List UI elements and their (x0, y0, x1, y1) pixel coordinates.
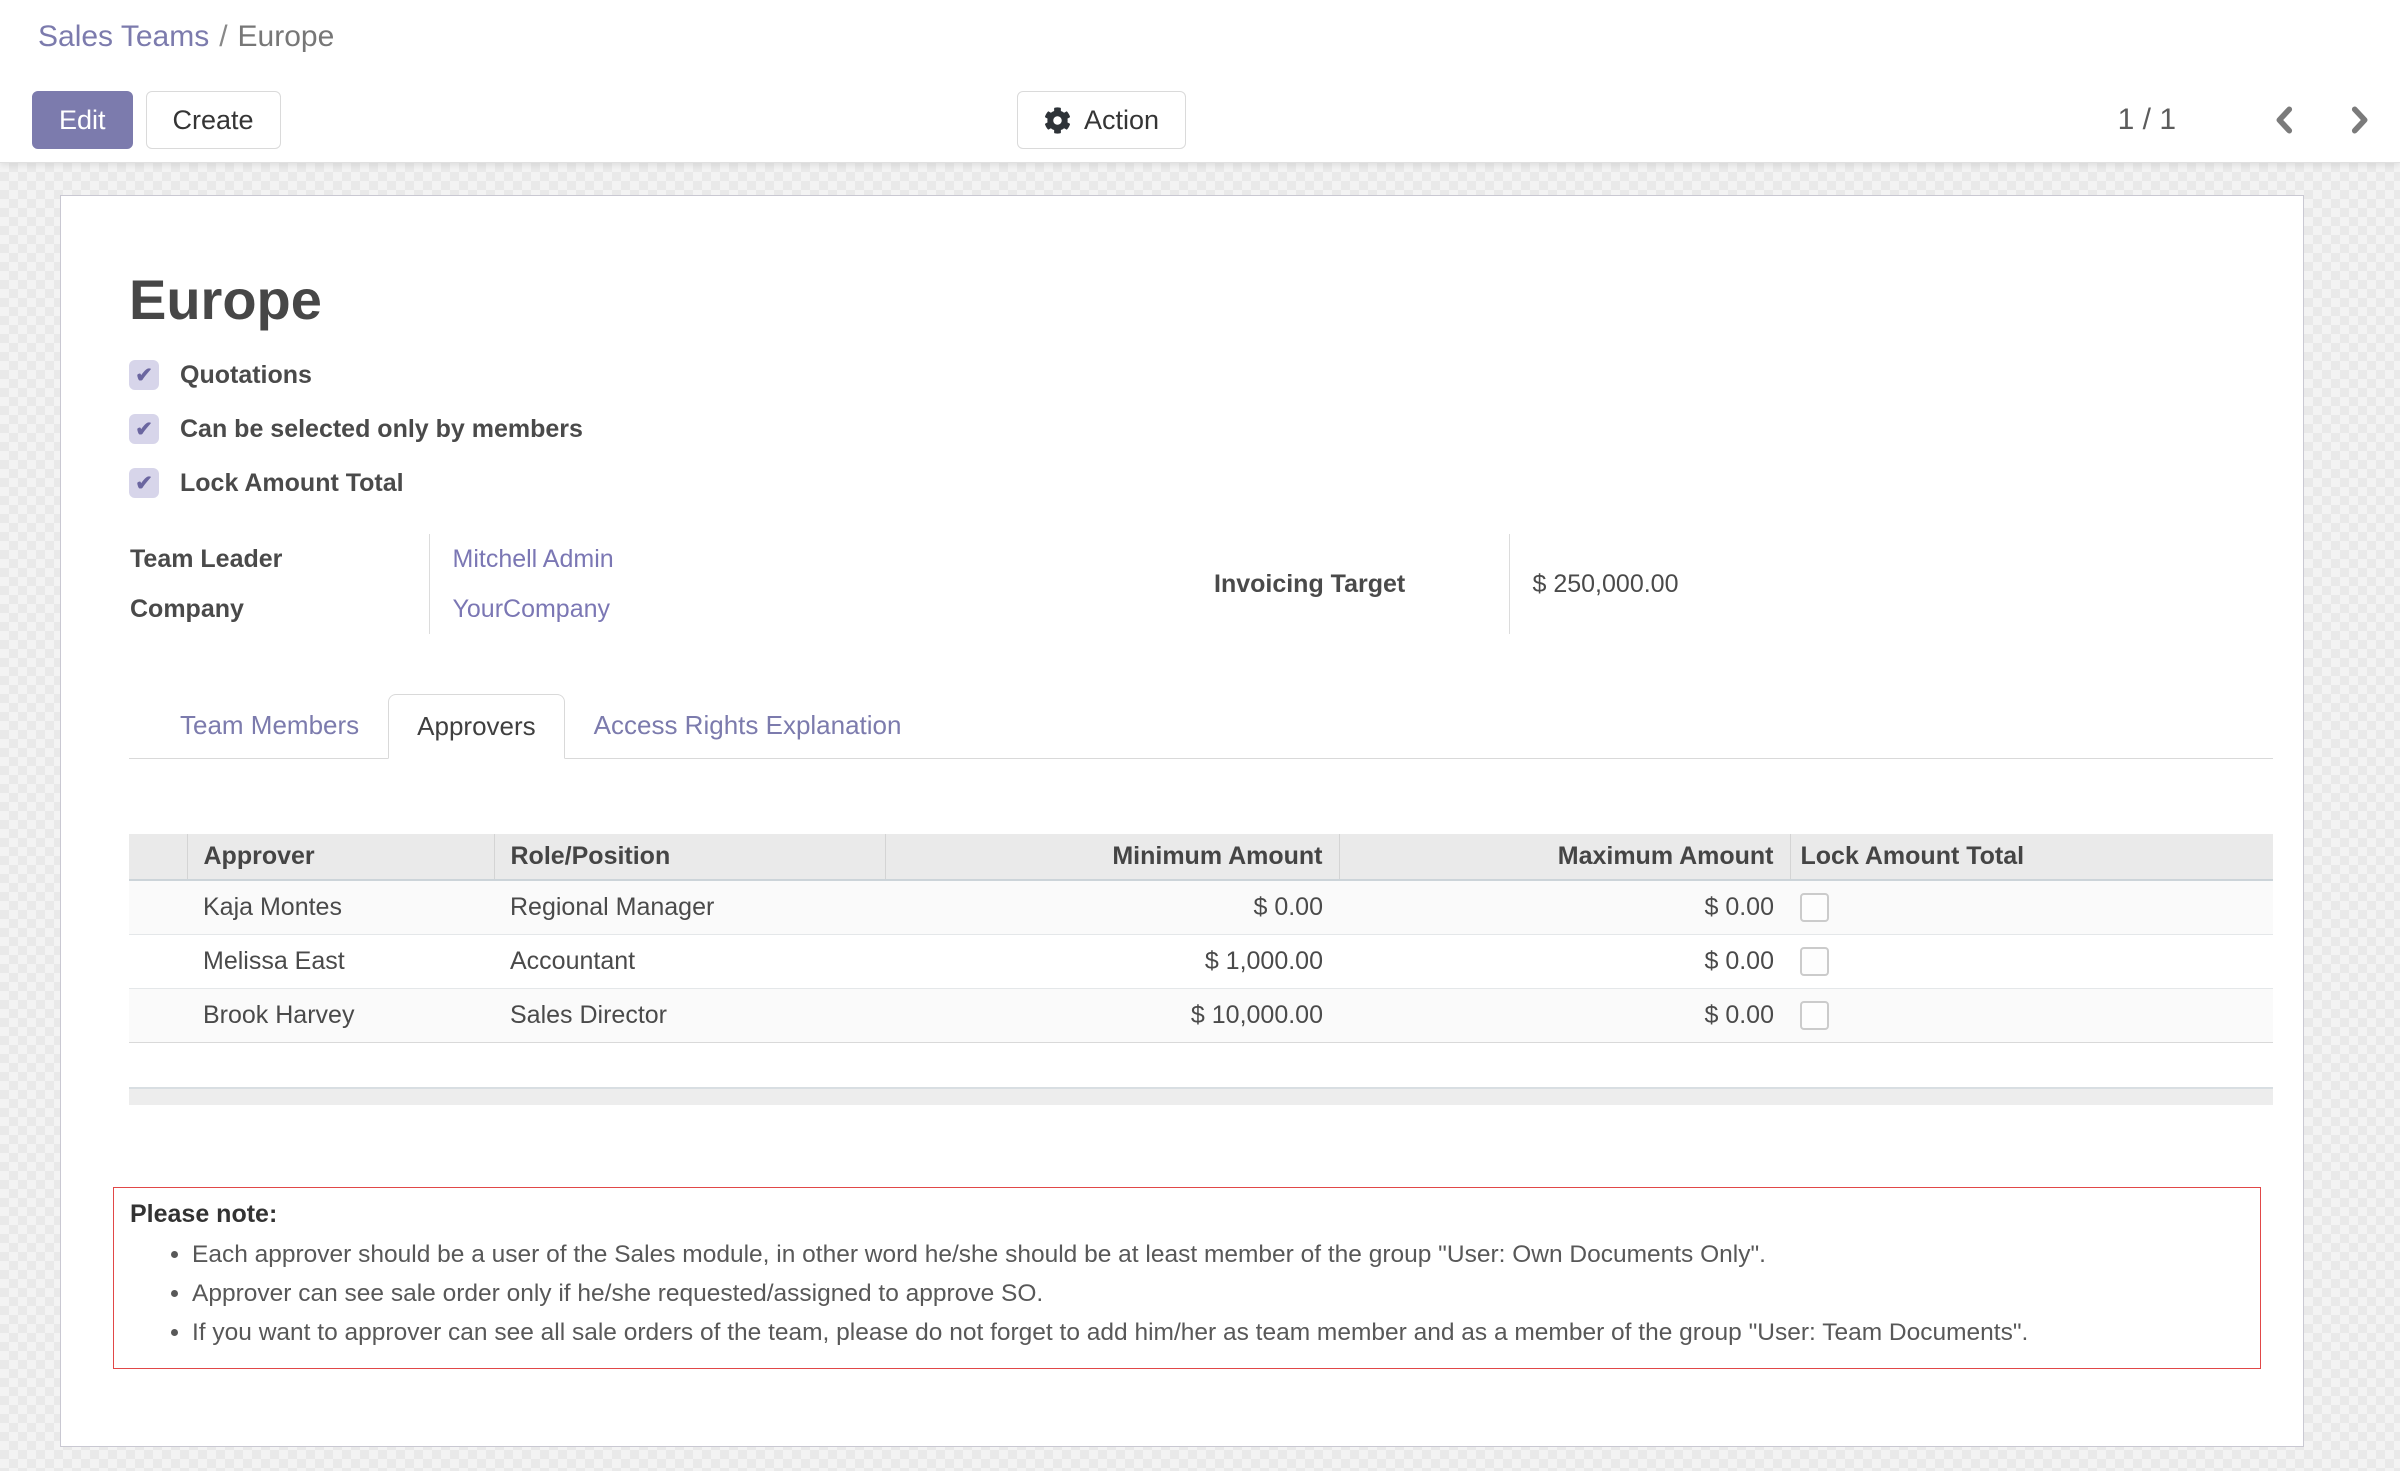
row-handle-cell (129, 934, 187, 988)
form-view-background: Europe ✔ Quotations ✔ Can be selected on… (0, 163, 2400, 1471)
pager-value[interactable]: 1 / 1 (2118, 103, 2176, 137)
breadcrumb: Sales Teams/Europe (38, 20, 334, 54)
minimum-amount-cell: $ 1,000.00 (885, 934, 1339, 988)
checkbox-row-lock-amount-total[interactable]: ✔ Lock Amount Total (129, 456, 2273, 510)
role-position-column-header[interactable]: Role/Position (494, 834, 885, 880)
role-cell: Sales Director (494, 988, 885, 1042)
field-groups: Team Leader Mitchell Admin Company YourC… (129, 534, 2273, 634)
company-value-link[interactable]: YourCompany (453, 595, 611, 623)
please-note-box: Please note: Each approver should be a u… (113, 1187, 2261, 1369)
pager-next-button[interactable] (2342, 103, 2376, 137)
pager-previous-button[interactable] (2268, 103, 2302, 137)
approver-column-header[interactable]: Approver (187, 834, 494, 880)
role-cell: Regional Manager (494, 880, 885, 934)
control-panel: Sales Teams/Europe Edit Create Action 1 … (0, 0, 2400, 163)
breadcrumb-sales-teams-link[interactable]: Sales Teams (38, 20, 209, 53)
notebook: Team Members Approvers Access Rights Exp… (129, 693, 2273, 1369)
handle-column-header (129, 834, 187, 880)
gear-icon (1044, 107, 1071, 134)
breadcrumb-separator: / (209, 20, 237, 53)
minimum-amount-cell: $ 0.00 (885, 880, 1339, 934)
checkbox-checked-icon[interactable]: ✔ (129, 360, 159, 390)
approvers-table-header-row: Approver Role/Position Minimum Amount Ma… (129, 834, 2273, 880)
tab-access-rights-explanation[interactable]: Access Rights Explanation (565, 693, 931, 758)
form-sheet: Europe ✔ Quotations ✔ Can be selected on… (60, 195, 2304, 1447)
role-cell: Accountant (494, 934, 885, 988)
checkbox-label: Lock Amount Total (180, 469, 404, 498)
pager: 1 / 1 (2118, 91, 2376, 149)
approvers-table: Approver Role/Position Minimum Amount Ma… (129, 834, 2273, 1043)
note-item: Each approver should be a user of the Sa… (192, 1235, 2240, 1274)
chevron-left-icon (2268, 125, 2302, 140)
minimum-amount-column-header[interactable]: Minimum Amount (885, 834, 1339, 880)
minimum-amount-cell: $ 10,000.00 (885, 988, 1339, 1042)
check-mark-icon: ✔ (135, 471, 153, 496)
checkbox-label: Can be selected only by members (180, 415, 583, 444)
checkbox-row-quotations[interactable]: ✔ Quotations (129, 348, 2273, 402)
lock-amount-cell (1790, 934, 2273, 988)
action-button[interactable]: Action (1017, 91, 1186, 149)
checkbox-checked-icon[interactable]: ✔ (129, 414, 159, 444)
table-row[interactable]: Brook Harvey Sales Director $ 10,000.00 … (129, 988, 2273, 1042)
row-handle-cell (129, 880, 187, 934)
tab-bar: Team Members Approvers Access Rights Exp… (129, 693, 2273, 759)
note-title: Please note: (130, 1200, 2240, 1229)
company-label: Company (129, 584, 429, 634)
table-row[interactable]: Melissa East Accountant $ 1,000.00 $ 0.0… (129, 934, 2273, 988)
maximum-amount-cell: $ 0.00 (1339, 934, 1790, 988)
lock-amount-cell (1790, 880, 2273, 934)
approver-cell: Melissa East (187, 934, 494, 988)
approver-cell: Brook Harvey (187, 988, 494, 1042)
field-group-right: Invoicing Target $ 250,000.00 (1201, 534, 2273, 634)
tab-team-members[interactable]: Team Members (151, 693, 388, 758)
boolean-fields-group: ✔ Quotations ✔ Can be selected only by m… (129, 348, 2273, 510)
lock-amount-checkbox[interactable] (1800, 1001, 1829, 1030)
create-button[interactable]: Create (146, 91, 281, 149)
maximum-amount-cell: $ 0.00 (1339, 988, 1790, 1042)
lock-amount-checkbox[interactable] (1800, 893, 1829, 922)
check-mark-icon: ✔ (135, 417, 153, 442)
chevron-right-icon (2342, 125, 2376, 140)
lock-amount-cell (1790, 988, 2273, 1042)
checkbox-label: Quotations (180, 361, 312, 390)
field-group-left: Team Leader Mitchell Admin Company YourC… (129, 534, 1201, 634)
maximum-amount-column-header[interactable]: Maximum Amount (1339, 834, 1790, 880)
approver-cell: Kaja Montes (187, 880, 494, 934)
checkbox-checked-icon[interactable]: ✔ (129, 468, 159, 498)
note-item: If you want to approver can see all sale… (192, 1313, 2240, 1352)
check-mark-icon: ✔ (135, 363, 153, 388)
row-handle-cell (129, 988, 187, 1042)
note-item: Approver can see sale order only if he/s… (192, 1274, 2240, 1313)
table-row[interactable]: Kaja Montes Regional Manager $ 0.00 $ 0.… (129, 880, 2273, 934)
edit-button[interactable]: Edit (32, 91, 133, 149)
lock-amount-checkbox[interactable] (1800, 947, 1829, 976)
action-button-label: Action (1084, 105, 1159, 136)
note-list: Each approver should be a user of the Sa… (130, 1235, 2240, 1352)
breadcrumb-current: Europe (238, 20, 335, 53)
edit-create-button-group: Edit Create (32, 91, 281, 149)
team-leader-value-link[interactable]: Mitchell Admin (453, 545, 614, 573)
team-leader-label: Team Leader (129, 534, 429, 584)
invoicing-target-label: Invoicing Target (1201, 534, 1509, 634)
record-title: Europe (129, 268, 2273, 332)
invoicing-target-value: $ 250,000.00 (1509, 534, 2273, 634)
table-footer-strip (129, 1087, 2273, 1105)
maximum-amount-cell: $ 0.00 (1339, 880, 1790, 934)
checkbox-row-selected-only-by-members[interactable]: ✔ Can be selected only by members (129, 402, 2273, 456)
lock-amount-total-column-header[interactable]: Lock Amount Total (1790, 834, 2273, 880)
tab-approvers[interactable]: Approvers (388, 694, 565, 759)
